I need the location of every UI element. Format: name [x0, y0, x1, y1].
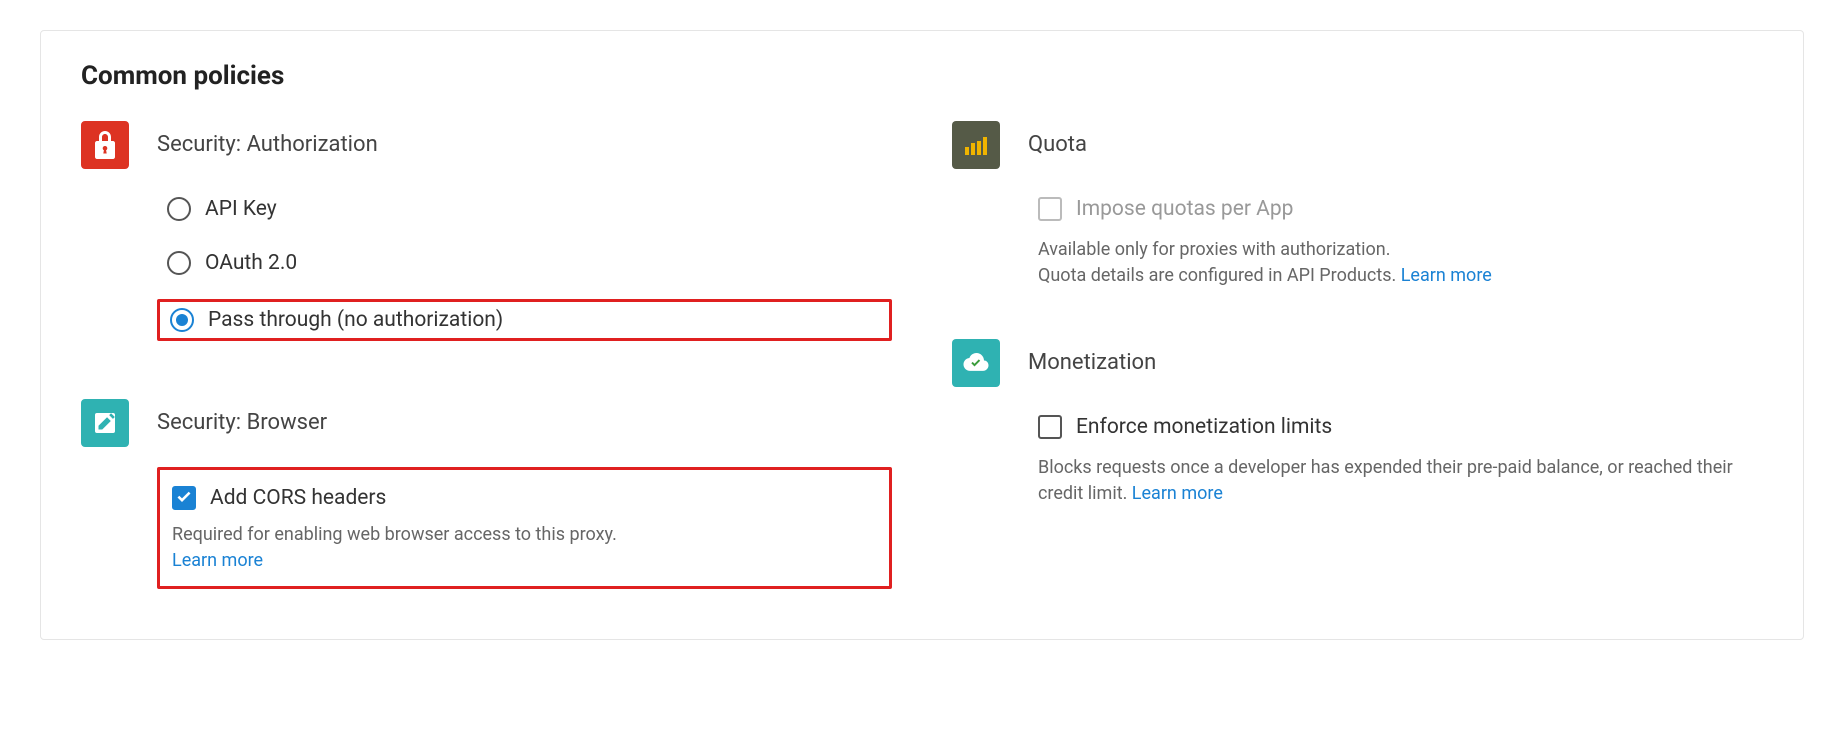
section-title-security-browser: Security: Browser [157, 399, 892, 447]
learn-more-link-cors[interactable]: Learn more [172, 550, 263, 571]
cloud-check-icon [952, 339, 1000, 387]
checkbox-label-cors: Add CORS headers [210, 486, 386, 510]
section-monetization: Monetization Enforce monetization limits… [952, 339, 1763, 507]
section-title-quota: Quota [1028, 121, 1763, 169]
section-security-browser: Security: Browser Add CORS headers Requi… [81, 399, 892, 589]
panel-heading: Common policies [81, 61, 1763, 91]
helper-quota-line1: Available only for proxies with authoriz… [1038, 239, 1390, 260]
section-title-security-auth: Security: Authorization [157, 121, 892, 169]
radio-label-pass-through: Pass through (no authorization) [208, 308, 503, 332]
checkbox-monetization[interactable]: Enforce monetization limits [1028, 409, 1763, 445]
section-security-authorization: Security: Authorization API Key OAuth 2.… [81, 121, 892, 349]
radio-icon [167, 251, 191, 275]
section-quota: Quota Impose quotas per App Available on… [952, 121, 1763, 289]
checkbox-cors[interactable]: Add CORS headers [162, 480, 877, 516]
learn-more-link-monetization[interactable]: Learn more [1132, 483, 1223, 504]
learn-more-link-quota[interactable]: Learn more [1401, 265, 1492, 286]
checkbox-icon [1038, 197, 1062, 221]
common-policies-panel: Common policies Security: Authorization … [40, 30, 1804, 640]
helper-quota-line2: Quota details are configured in API Prod… [1038, 265, 1401, 286]
helper-monetization: Blocks requests once a developer has exp… [1038, 455, 1763, 507]
radio-api-key[interactable]: API Key [157, 191, 892, 227]
lock-icon [81, 121, 129, 169]
pencil-icon [81, 399, 129, 447]
checkbox-label-monetization: Enforce monetization limits [1076, 415, 1332, 439]
radio-oauth[interactable]: OAuth 2.0 [157, 245, 892, 281]
radio-label-api-key: API Key [205, 197, 277, 221]
radio-label-oauth: OAuth 2.0 [205, 251, 297, 275]
checkbox-label-quota: Impose quotas per App [1076, 197, 1293, 221]
helper-quota: Available only for proxies with authoriz… [1038, 237, 1763, 289]
bar-chart-icon [952, 121, 1000, 169]
radio-pass-through[interactable]: Pass through (no authorization) [157, 299, 892, 341]
helper-cors: Required for enabling web browser access… [172, 522, 877, 574]
checkbox-icon [1038, 415, 1062, 439]
radio-icon [170, 308, 194, 332]
checkbox-icon [172, 486, 196, 510]
helper-cors-text: Required for enabling web browser access… [172, 524, 617, 545]
checkbox-quota[interactable]: Impose quotas per App [1028, 191, 1763, 227]
section-title-monetization: Monetization [1028, 339, 1763, 387]
radio-icon [167, 197, 191, 221]
